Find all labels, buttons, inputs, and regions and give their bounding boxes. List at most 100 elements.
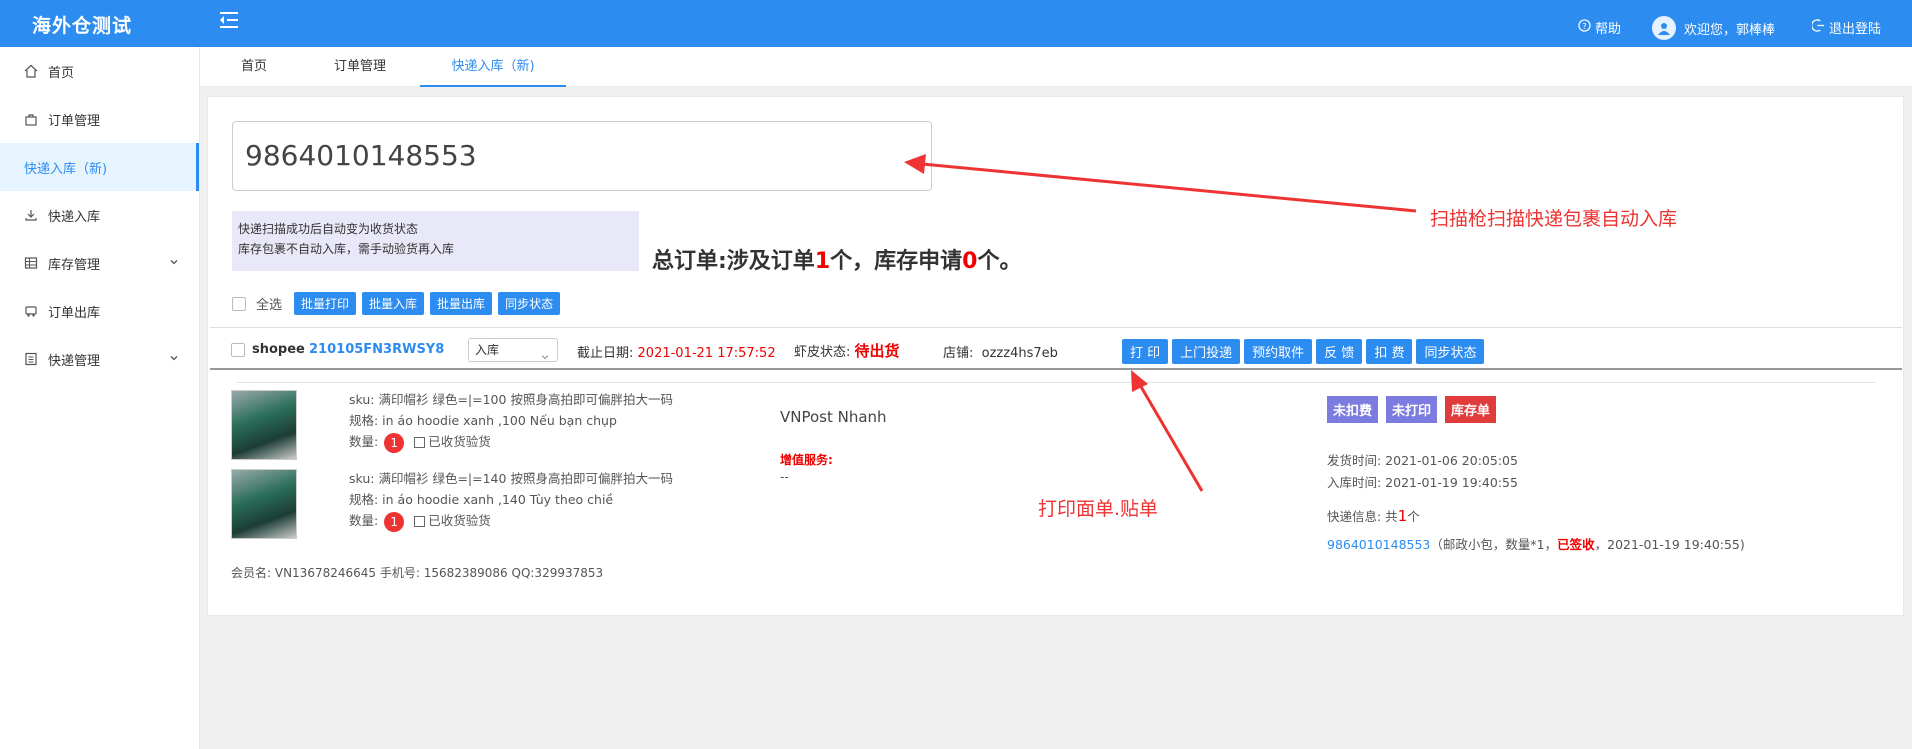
chevron-down-icon [169, 256, 179, 266]
tab-home[interactable]: 首页 [224, 47, 284, 87]
sidebar-item-label: 首页 [48, 65, 75, 81]
door-delivery-button[interactable]: 上门投递 [1172, 339, 1241, 364]
scan-input[interactable]: 9864010148553 [232, 121, 932, 191]
order-number-link[interactable]: 210105FN3RWSY8 [309, 342, 444, 357]
sidebar-item-order-outbound[interactable]: 订单出库 [0, 287, 199, 335]
shopee-status-label: 虾皮状态: [794, 345, 851, 360]
sidebar-item-express-management[interactable]: 快递管理 [0, 335, 199, 383]
shopee-status: 虾皮状态: 待出货 [794, 340, 900, 361]
product-image [231, 469, 297, 539]
bulk-actions: 全选 批量打印 批量入库 批量出库 同步状态 [232, 292, 561, 315]
value-added-label: 增值服务: [780, 453, 833, 467]
welcome-text: 欢迎您，郭棒棒 [1684, 22, 1776, 38]
product-image [231, 390, 297, 460]
received-checkbox[interactable] [414, 516, 426, 527]
received-label: 已收货验货 [428, 434, 491, 449]
tracking-time: ，2021-01-19 19:40:55) [1594, 537, 1745, 552]
tips-box: 快递扫描成功后自动变为收货状态 库存包裹不自动入库，需手动验货再入库 [232, 211, 639, 271]
order-platform: shopee [252, 342, 305, 357]
deadline: 截止日期: 2021-01-21 17:57:52 [577, 342, 776, 361]
tracking-detail: （邮政小包，数量*1， [1430, 537, 1558, 552]
help-link[interactable]: ? 帮助 [1578, 18, 1621, 37]
chevron-down-icon [169, 352, 179, 362]
item-qty-badge: 1 [384, 432, 405, 453]
tracking-number-link[interactable]: 9864010148553 [1327, 537, 1430, 552]
sidebar-item-home[interactable]: 首页 [0, 47, 199, 95]
select-all-label: 全选 [256, 298, 283, 313]
value-added-value: -- [780, 470, 789, 484]
table-icon [24, 256, 38, 270]
sidebar-item-label: 快递管理 [48, 353, 101, 369]
feedback-button[interactable]: 反 馈 [1316, 339, 1363, 364]
tip-line: 快递扫描成功后自动变为收货状态 [238, 222, 419, 236]
order-sync-status-button[interactable]: 同步状态 [1416, 339, 1485, 364]
menu-collapse-icon[interactable] [218, 10, 240, 30]
order-card: shopee 210105FN3RWSY8 入库 截止日期: 2021-01-2… [210, 327, 1902, 599]
express-count: 1 [1397, 507, 1408, 525]
bulk-inbound-button[interactable]: 批量入库 [362, 292, 425, 315]
list-item: sku: 满印帽衫 绿色=|=140 按照身高拍即可偏胖拍大一码 规格: in … [349, 468, 673, 532]
logout-label: 退出登陆 [1829, 22, 1882, 37]
sidebar-item-inventory[interactable]: 库存管理 [0, 239, 199, 287]
inbound-time: 入库时间: 2021-01-19 19:40:55 [1327, 475, 1518, 490]
sync-status-button[interactable]: 同步状态 [498, 292, 561, 315]
tab-bar: 首页 订单管理 快递入库（新) [200, 47, 1912, 87]
truck-icon [24, 304, 38, 318]
svg-text:?: ? [1582, 21, 1586, 31]
summary-prefix: 总订单:涉及订单 [652, 249, 815, 274]
store-label: 店铺: [943, 346, 974, 361]
sidebar-item-label: 快递入库 [48, 209, 101, 225]
member-info: 会员名: VN13678246645 手机号: 15682389086 QQ:3… [231, 566, 604, 580]
tab-express-inbound-new[interactable]: 快递入库（新) [420, 47, 566, 87]
bulk-print-button[interactable]: 批量打印 [294, 292, 357, 315]
tracking-info: 9864010148553（邮政小包，数量*1，已签收，2021-01-19 1… [1327, 534, 1745, 553]
express-prefix: 快递信息: 共 [1327, 509, 1398, 524]
store-value: ozzz4hs7eb [981, 346, 1058, 361]
charge-button[interactable]: 扣 费 [1366, 339, 1413, 364]
shopee-status-value: 待出货 [854, 342, 900, 360]
sidebar-item-label: 订单出库 [48, 305, 101, 321]
order-header: shopee 210105FN3RWSY8 入库 截止日期: 2021-01-2… [210, 328, 1902, 370]
sidebar-item-express-inbound-new[interactable]: 快递入库（新) [0, 143, 199, 191]
tab-orders[interactable]: 订单管理 [310, 47, 410, 87]
order-summary: 总订单:涉及订单1个，库存申请0个。 [652, 243, 1021, 275]
annotation-print: 打印面单.贴单 [1038, 498, 1159, 520]
sidebar-item-orders[interactable]: 订单管理 [0, 95, 199, 143]
item-sku: sku: 满印帽衫 绿色=|=100 按照身高拍即可偏胖拍大一码 [349, 392, 673, 407]
avatar [1652, 16, 1676, 40]
bulk-outbound-button[interactable]: 批量出库 [430, 292, 493, 315]
bag-icon [24, 112, 38, 126]
summary-suffix: 个。 [977, 249, 1022, 274]
store: 店铺: ozzz4hs7eb [943, 342, 1058, 361]
download-icon [24, 208, 38, 222]
print-button[interactable]: 打 印 [1122, 339, 1169, 364]
help-icon: ? [1578, 19, 1591, 36]
book-pickup-button[interactable]: 预约取件 [1244, 339, 1313, 364]
list-icon [24, 352, 38, 366]
received-label: 已收货验货 [428, 513, 491, 528]
tip-line: 库存包裹不自动入库，需手动验货再入库 [238, 242, 455, 256]
express-suffix: 个 [1407, 509, 1420, 524]
status-badge-uncharged: 未扣费 [1327, 396, 1379, 423]
home-icon [24, 64, 38, 78]
logout-icon [1811, 19, 1825, 36]
order-actions: 打 印 上门投递 预约取件 反 馈 扣 费 同步状态 [1122, 339, 1485, 364]
top-bar: 海外仓测试 ? 帮助 欢迎您，郭棒棒 退出登陆 [0, 0, 1912, 47]
logout-link[interactable]: 退出登陆 [1811, 18, 1882, 37]
tracking-status: 已签收 [1557, 537, 1595, 552]
item-qty-badge: 1 [384, 511, 405, 532]
order-checkbox[interactable] [231, 343, 245, 357]
help-label: 帮助 [1595, 22, 1622, 37]
received-checkbox[interactable] [414, 437, 426, 448]
express-info: 快递信息: 共1个 [1327, 506, 1420, 525]
sidebar-item-express-inbound[interactable]: 快递入库 [0, 191, 199, 239]
ship-time: 发货时间: 2021-01-06 20:05:05 [1327, 453, 1518, 468]
sidebar-item-label: 订单管理 [48, 113, 101, 129]
deadline-label: 截止日期: [577, 346, 634, 361]
item-spec: 规格: in áo hoodie xanh ,100 Nếu bạn chụp [349, 413, 617, 428]
summary-stock-count: 0 [962, 249, 978, 274]
item-qty-label: 数量: [349, 434, 379, 449]
user-menu[interactable]: 欢迎您，郭棒棒 [1652, 16, 1775, 40]
select-all-checkbox[interactable] [232, 296, 246, 311]
status-select[interactable]: 入库 [468, 338, 558, 362]
